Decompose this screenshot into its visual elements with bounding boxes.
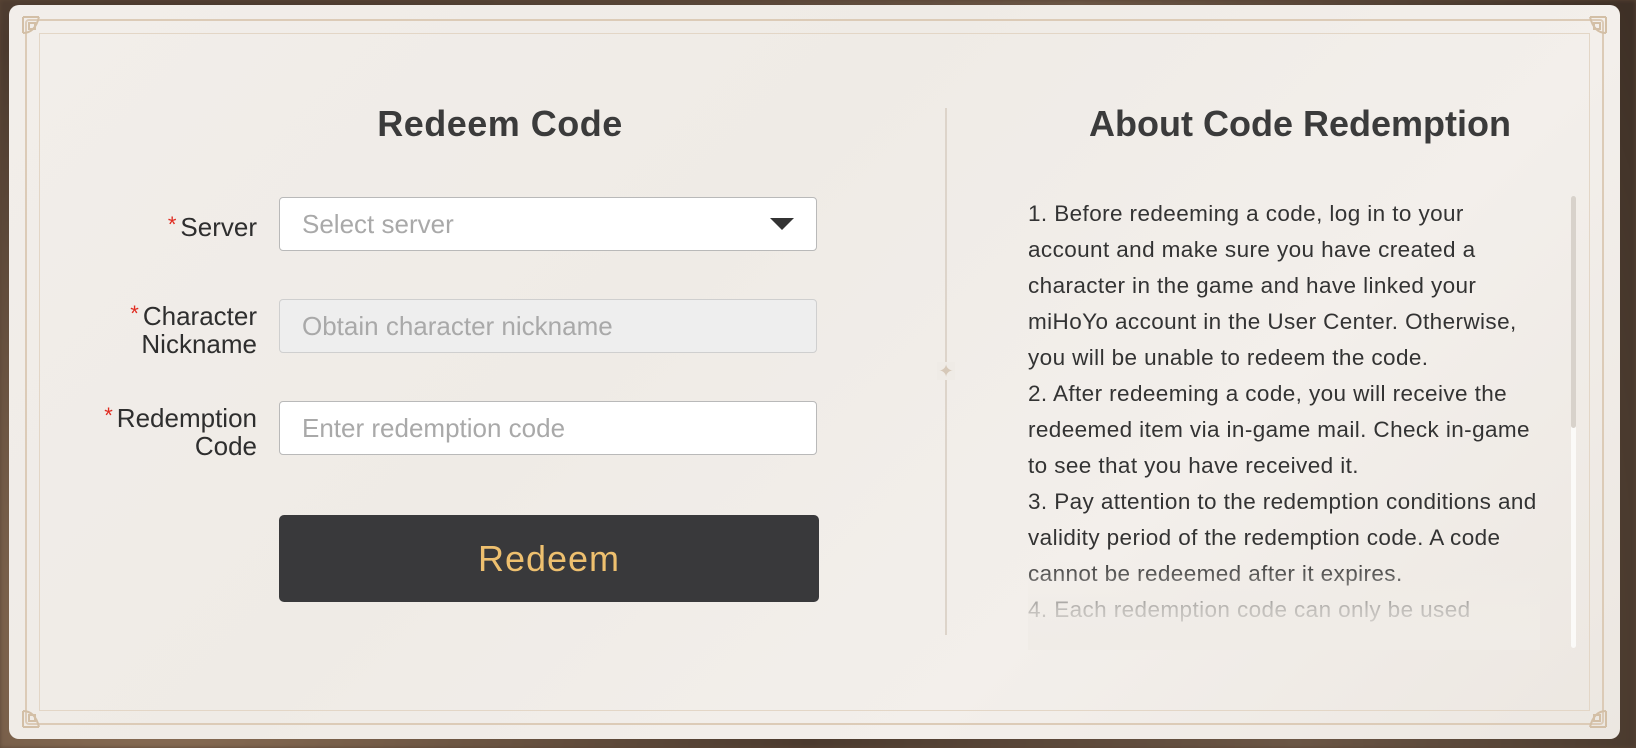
about-item: 2. After redeeming a code, you will rece… (1028, 381, 1530, 478)
about-item: 4. Each redemption code can only be used (1028, 597, 1471, 622)
redemption-code-input[interactable] (279, 401, 817, 455)
corner-ornament-icon (21, 15, 61, 55)
about-text-scroll-area[interactable]: 1. Before redeeming a code, log in to yo… (1028, 196, 1540, 648)
required-mark: * (130, 301, 139, 326)
scrollbar-thumb[interactable] (1571, 196, 1576, 428)
server-label: * Server (167, 212, 257, 242)
nickname-label: * Character Nickname (130, 301, 257, 359)
corner-ornament-icon (21, 689, 61, 729)
redeem-button[interactable]: Redeem (279, 515, 819, 602)
about-item: 3. Pay attention to the redemption condi… (1028, 489, 1537, 586)
server-select[interactable]: Select server (279, 197, 817, 251)
form-title: Redeem Code (377, 103, 623, 144)
divider-star-icon: ✦ (937, 361, 955, 381)
required-mark: * (167, 212, 177, 237)
nickname-field (279, 299, 817, 353)
corner-ornament-icon (1568, 689, 1608, 729)
corner-ornament-icon (1568, 15, 1608, 55)
scrollbar-track[interactable] (1571, 196, 1576, 648)
about-title: About Code Redemption (1089, 103, 1511, 144)
server-select-placeholder: Select server (302, 208, 454, 239)
required-mark: * (104, 403, 113, 428)
redemption-code-label: * Redemption Code (104, 403, 257, 461)
caret-down-icon (770, 218, 794, 230)
about-item: 1. Before redeeming a code, log in to yo… (1028, 201, 1517, 370)
